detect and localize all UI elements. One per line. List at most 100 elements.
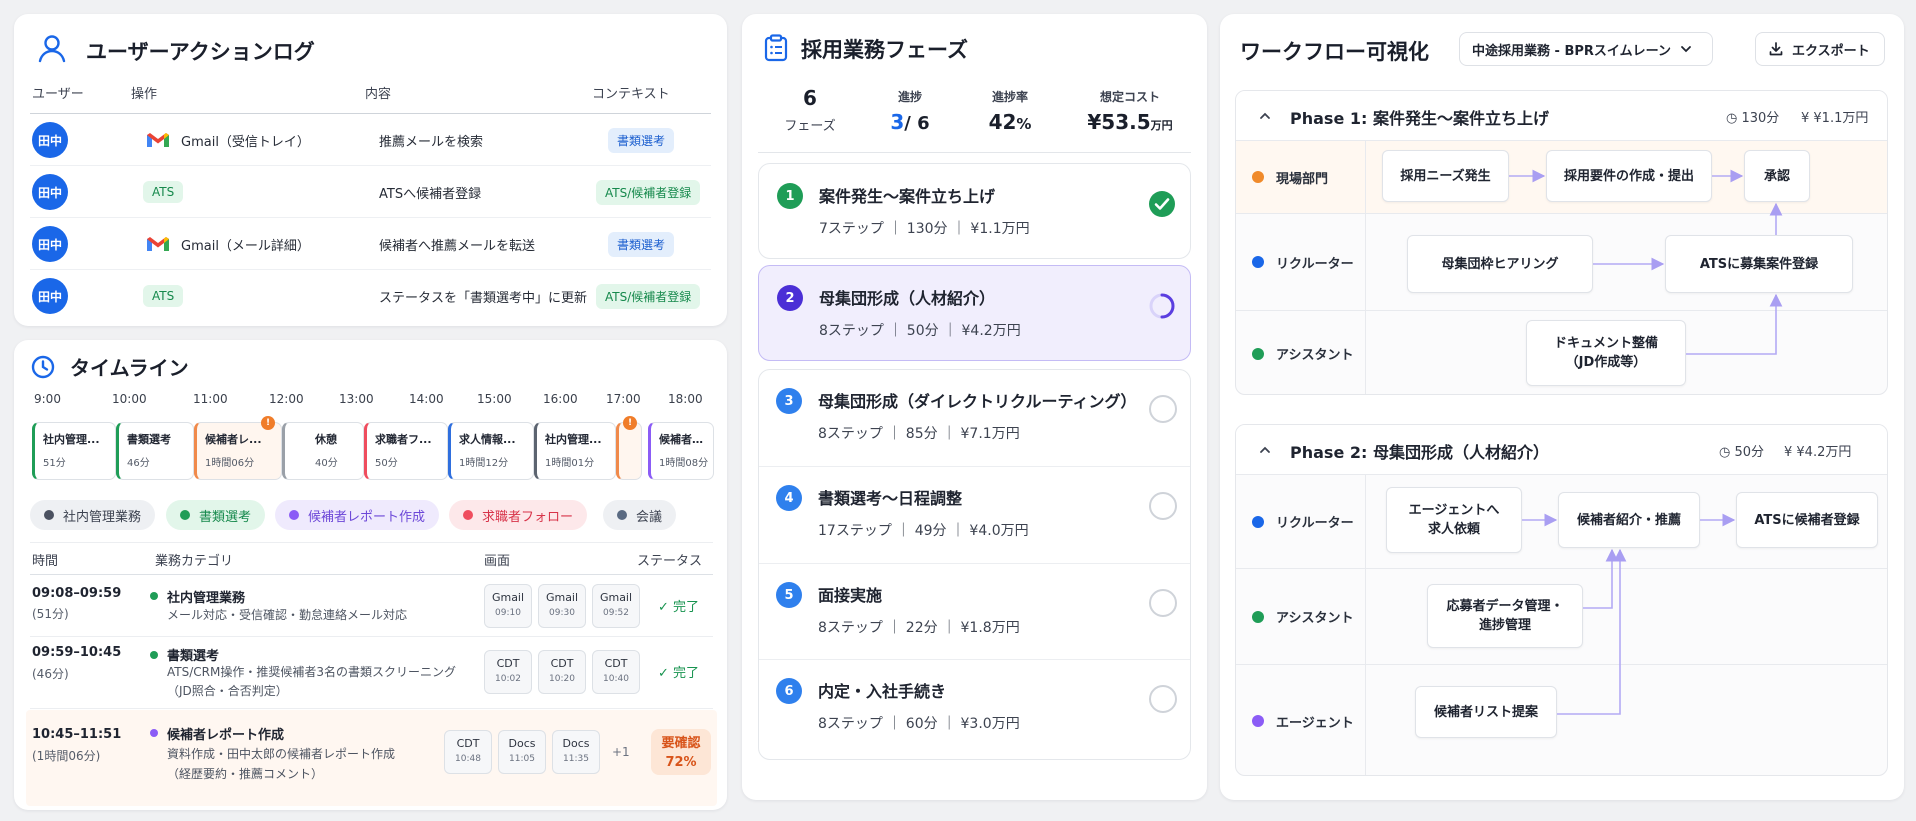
node-candidate-referral[interactable]: 候補者紹介・推薦 <box>1558 492 1700 548</box>
phase-item-6[interactable]: 6 内定・入社手続き 8ステップ ｜ 60分 ｜ ¥3.0万円 <box>758 659 1191 755</box>
node-pool-hearing[interactable]: 母集団枠ヒアリング <box>1407 235 1593 293</box>
phase-number: 1 <box>777 183 803 209</box>
legend-chip-screening[interactable]: 書類選考 <box>166 500 266 530</box>
pending-circle-icon <box>1149 492 1177 520</box>
header-operation: 操作 <box>131 87 158 102</box>
legend-label: 会議 <box>636 509 663 525</box>
context-cell: 書類選考 <box>608 218 675 270</box>
user-icon <box>38 35 66 63</box>
node-applicant-data[interactable]: 応募者データ管理・ 進捗管理 <box>1427 584 1583 648</box>
legend-dot <box>289 510 299 520</box>
phase-meta: 17ステップ ｜ 49分 ｜ ¥4.0万円 <box>818 523 1029 539</box>
avatar: 田中 <box>32 226 68 262</box>
timeline-block[interactable]: 社内管理... 1時間01分 <box>534 422 616 480</box>
phase-title: 面接実施 <box>818 586 883 605</box>
context-badge: 書類選考 <box>608 127 675 153</box>
screen-name: CDT <box>496 657 520 670</box>
row-time: 09:08–09:59 <box>32 586 122 601</box>
lane-label: リクルーター <box>1236 214 1366 310</box>
screen-name: CDT <box>604 657 628 670</box>
screen-name: CDT <box>456 737 480 750</box>
phase-1-header[interactable]: Phase 1: 案件発生〜案件立ち上げ ◷ 130分 ¥ ¥1.1万円 <box>1236 91 1887 141</box>
node-hiring-need[interactable]: 採用ニーズ発生 <box>1382 150 1509 202</box>
screen-name: Docs <box>562 737 590 750</box>
screen-name: Gmail <box>545 591 579 604</box>
content-cell: ATSへ候補者登録 <box>379 186 482 202</box>
clock-icon <box>31 355 55 379</box>
phase-item-4[interactable]: 4 書類選考〜日程調整 17ステップ ｜ 49分 ｜ ¥4.0万円 <box>758 466 1191 562</box>
screen-thumb[interactable]: Gmail 09:10 <box>484 584 532 628</box>
node-ats-candidate-register[interactable]: ATSに候補者登録 <box>1736 492 1878 548</box>
header-category: 業務カテゴリ <box>155 554 234 569</box>
timeline-block[interactable]: 社内管理... 51分 <box>32 422 116 480</box>
table-row[interactable]: 田中 Gmail（メール詳細） 候補者へ推薦メールを転送 書類選考 <box>30 218 711 270</box>
content-cell: 候補者へ推薦メールを転送 <box>379 238 536 254</box>
timeline-block[interactable]: 求職者フ... 50分 <box>364 422 448 480</box>
lane-name: リクルーター <box>1276 256 1354 272</box>
lane-name: 現場部門 <box>1276 171 1329 187</box>
status-review-badge[interactable]: 要確認 72% <box>651 729 711 775</box>
node-documents[interactable]: ドキュメント整備 （JD作成等） <box>1526 320 1686 386</box>
header-context: コンテキスト <box>592 87 670 102</box>
screen-thumb[interactable]: CDT 10:48 <box>444 730 492 774</box>
legend-chip-meeting[interactable]: 会議 <box>603 500 677 530</box>
more-screens[interactable]: +1 <box>612 745 630 759</box>
phase-2-header[interactable]: Phase 2: 母集団形成（人材紹介） ◷ 50分 ¥ ¥4.2万円 <box>1236 425 1887 475</box>
phase-2-time: ◷ 50分 <box>1719 441 1764 460</box>
screen-time: 09:10 <box>495 608 521 618</box>
node-requirements[interactable]: 採用要件の作成・提出 <box>1546 150 1712 202</box>
screen-thumb[interactable]: CDT 10:40 <box>592 650 640 694</box>
screen-thumb[interactable]: CDT 10:20 <box>538 650 586 694</box>
cost-label: 想定コスト <box>1099 90 1160 104</box>
hour-label: 9:00 <box>34 392 61 406</box>
workflow-title: ワークフロー可視化 <box>1240 40 1429 64</box>
lane-name: アシスタント <box>1276 348 1354 363</box>
operation-cell: Gmail（受信トレイ） <box>145 114 310 166</box>
phase-item-1[interactable]: 1 案件発生〜案件立ち上げ 7ステップ ｜ 130分 ｜ ¥1.1万円 <box>758 163 1191 259</box>
screen-thumb[interactable]: CDT 10:02 <box>484 650 532 694</box>
phase-number: 6 <box>776 678 802 704</box>
timeline-block[interactable]: 候補者レ... 1時間06分 ! <box>194 416 282 480</box>
node-ats-job-register[interactable]: ATSに募集案件登録 <box>1665 235 1853 293</box>
phase-item-2[interactable]: 2 母集団形成（人材紹介） 8ステップ ｜ 50分 ｜ ¥4.2万円 <box>758 265 1191 361</box>
screen-thumb[interactable]: Gmail 09:52 <box>592 584 640 628</box>
table-row[interactable]: 田中 Gmail（受信トレイ） 推薦メールを検索 書類選考 <box>30 114 711 166</box>
workflow-selector[interactable]: 中途採用業務 - BPRスイムレーン <box>1459 32 1713 66</box>
phase-item-5[interactable]: 5 面接実施 8ステップ ｜ 22分 ｜ ¥1.8万円 <box>758 563 1191 659</box>
timeline-block[interactable]: ! <box>616 416 642 480</box>
hour-label: 18:00 <box>668 392 703 406</box>
screen-thumb[interactable]: Docs 11:05 <box>498 730 546 774</box>
header-user: ユーザー <box>32 87 84 102</box>
pending-circle-icon <box>1149 395 1177 423</box>
timeline-block[interactable]: 休憩 40分 <box>282 422 364 480</box>
legend-chip-followup[interactable]: 求職者フォロー <box>449 500 588 530</box>
ats-badge: ATS <box>143 285 184 307</box>
rate-unit: % <box>1016 115 1032 133</box>
chevron-up-icon <box>1260 446 1270 453</box>
legend-label: 候補者レポート作成 <box>308 509 426 525</box>
phase-item-3[interactable]: 3 母集団形成（ダイレクトリクルーティング） 8ステップ ｜ 85分 ｜ ¥7.… <box>758 369 1191 465</box>
table-row[interactable]: 田中 ATS ATSへ候補者登録 ATS/候補者登録 <box>30 166 711 218</box>
lane-label: リクルーター <box>1236 475 1366 568</box>
legend-chip-internal[interactable]: 社内管理業務 <box>30 500 156 530</box>
block-duration: 46分 <box>127 458 150 469</box>
header-screen: 画面 <box>484 554 511 569</box>
screen-thumb[interactable]: Docs 11:35 <box>552 730 600 774</box>
export-button[interactable]: エクスポート <box>1755 32 1885 66</box>
node-agent-request[interactable]: エージェントへ 求人依頼 <box>1386 487 1522 553</box>
gmail-icon <box>147 237 169 251</box>
node-approval[interactable]: 承認 <box>1744 150 1810 202</box>
hour-label: 13:00 <box>339 392 374 406</box>
legend-dot <box>463 510 473 520</box>
node-candidate-list[interactable]: 候補者リスト提案 <box>1415 686 1557 738</box>
timeline-block[interactable]: 候補者レ... 1時間08分 <box>648 422 714 480</box>
timeline-block[interactable]: 書類選考 46分 <box>116 422 194 480</box>
block-duration: 1時間08分 <box>659 458 709 469</box>
table-row[interactable]: 田中 ATS ステータスを「書類選考中」に更新 ATS/候補者登録 <box>30 270 711 322</box>
timeline-block[interactable]: 求人情報... 1時間12分 <box>448 422 534 480</box>
block-duration: 1時間01分 <box>545 458 595 469</box>
ats-badge: ATS <box>143 181 184 203</box>
screen-thumb[interactable]: Gmail 09:30 <box>538 584 586 628</box>
row-description: （JD照合・合否判定） <box>167 684 288 698</box>
legend-chip-report[interactable]: 候補者レポート作成 <box>275 500 440 530</box>
